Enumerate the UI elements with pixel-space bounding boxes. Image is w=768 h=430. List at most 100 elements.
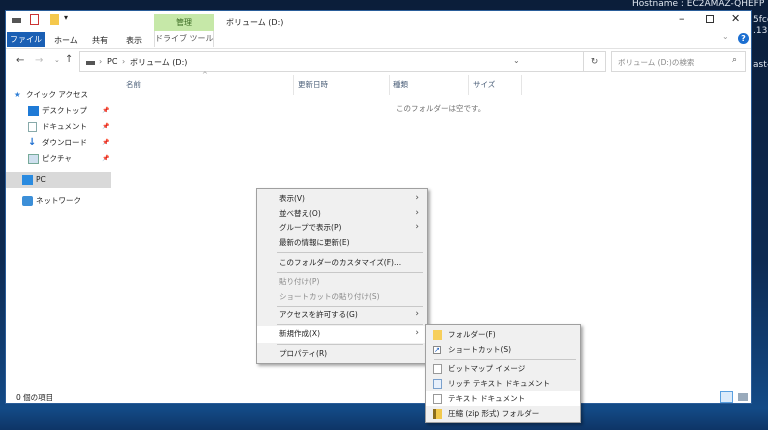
nav-label: ネットワーク [36,196,81,205]
help-icon[interactable]: ? [738,33,749,44]
menu-label: フォルダー(F) [448,330,496,339]
details-view-button[interactable] [720,391,733,403]
shortcut-icon: ↗ [433,346,441,354]
menu-label: テキスト ドキュメント [448,394,526,403]
pin-icon[interactable]: 📌 [102,135,109,151]
menu-label: 表示(V) [279,194,305,203]
refresh-button[interactable]: ↻ [583,51,606,72]
search-input[interactable]: ボリューム (D:)の検索 ⌕ [611,51,746,72]
breadcrumb-pc[interactable]: PC [107,57,117,66]
large-icons-view-button[interactable] [738,393,748,401]
menu-label: 最新の情報に更新(E) [279,238,350,247]
menu-item-new[interactable]: 新規作成(X) › [257,326,427,343]
drive-icon [86,61,95,65]
pin-icon[interactable]: 📌 [102,119,109,135]
submenu-item-zip-folder[interactable]: 圧縮 (zip 形式) フォルダー [426,406,580,421]
menu-label: プロパティ(R) [279,349,328,358]
tab-view[interactable]: 表示 [126,35,142,46]
menu-item-group[interactable]: グループで表示(P) › [257,220,427,235]
menu-label: グループで表示(P) [279,223,342,232]
menu-item-paste[interactable]: 貼り付け(P) [257,274,427,289]
column-modified[interactable]: 更新日時 [298,79,328,90]
recent-dropdown[interactable]: ⌄ [54,56,60,64]
pc-icon [22,175,33,185]
tab-drive-tools[interactable]: ドライブ ツール [154,31,214,47]
nav-label: ピクチャ [42,154,72,163]
close-button[interactable]: ✕ [731,12,740,25]
address-dropdown-icon[interactable]: ⌄ [513,56,520,65]
desktop-text: .13 [753,26,768,36]
sort-ascending-icon: ^ [202,71,208,79]
chevron-right-icon: › [99,57,103,66]
menu-item-paste-shortcut[interactable]: ショートカットの貼り付け(S) [257,289,427,304]
text-document-icon [433,394,442,404]
properties-icon[interactable] [30,14,39,25]
menu-item-properties[interactable]: プロパティ(R) [257,346,427,361]
pin-icon[interactable]: 📌 [102,103,109,119]
chevron-right-icon: › [415,208,419,218]
desktop-text: 5fce [753,15,768,25]
search-placeholder: ボリューム (D:)の検索 [618,58,695,67]
forward-button[interactable]: → [35,55,43,66]
chevron-right-icon: › [122,57,126,66]
new-submenu: フォルダー(F) ↗ ショートカット(S) ビットマップ イメージ リッチ テキス… [425,324,581,423]
nav-network[interactable]: ネットワーク [6,193,111,209]
ribbon-expand-icon[interactable]: ⌄ [722,32,729,41]
submenu-item-text-document[interactable]: テキスト ドキュメント [426,391,580,406]
tab-file[interactable]: ファイル [7,32,45,47]
up-button[interactable]: ↑ [65,54,73,65]
menu-separator [434,359,576,360]
nav-downloads[interactable]: ↓ ダウンロード 📌 [6,135,111,151]
menu-label: リッチ テキスト ドキュメント [448,379,551,388]
status-item-count: 0 個の項目 [16,393,54,402]
chevron-right-icon: › [415,193,419,203]
tab-home[interactable]: ホーム [54,35,78,46]
menu-item-give-access[interactable]: アクセスを許可する(G) › [257,307,427,322]
menu-item-sort[interactable]: 並べ替え(O) › [257,206,427,221]
nav-documents[interactable]: ドキュメント 📌 [6,119,111,135]
menu-label: ビットマップ イメージ [448,364,526,373]
maximize-button[interactable] [706,15,714,23]
new-folder-icon[interactable] [50,14,59,25]
breadcrumb-volume[interactable]: ボリューム (D:) [130,57,187,68]
zip-folder-icon [433,409,442,419]
menu-label: ショートカットの貼り付け(S) [279,292,380,301]
empty-folder-message: このフォルダーは空です。 [396,104,486,113]
nav-pictures[interactable]: ピクチャ 📌 [6,151,111,167]
menu-label: 並べ替え(O) [279,209,321,218]
submenu-item-folder[interactable]: フォルダー(F) [426,327,580,342]
tab-share[interactable]: 共有 [92,35,108,46]
pictures-icon [28,154,39,164]
nav-desktop[interactable]: デスクトップ 📌 [6,103,111,119]
desktop-text: ast- [753,60,768,70]
download-icon: ↓ [28,137,37,148]
nav-quick-access[interactable]: ★ クイック アクセス [6,87,111,103]
bitmap-icon [433,364,442,374]
menu-label: 圧縮 (zip 形式) フォルダー [448,409,540,418]
nav-label: PC [36,175,46,184]
minimize-button[interactable]: – [679,12,685,25]
menu-item-customize[interactable]: このフォルダーのカスタマイズ(F)... [257,255,427,270]
address-bar[interactable]: › PC › ボリューム (D:) ⌄ [79,51,584,72]
column-size[interactable]: サイズ [473,79,495,90]
column-divider [468,75,469,95]
qat-dropdown-icon[interactable]: ▾ [64,13,68,22]
window-title: ボリューム (D:) [226,18,284,27]
submenu-item-rich-text[interactable]: リッチ テキスト ドキュメント [426,376,580,391]
menu-label: このフォルダーのカスタマイズ(F)... [279,258,402,267]
back-button[interactable]: ← [16,55,24,66]
manage-context-tab[interactable]: 管理 [154,14,214,31]
context-menu: 表示(V) › 並べ替え(O) › グループで表示(P) › 最新の情報に更新(E) … [256,188,428,364]
column-type[interactable]: 種類 [393,79,408,90]
menu-item-view[interactable]: 表示(V) › [257,191,427,206]
pin-icon[interactable]: 📌 [102,151,109,167]
menu-item-refresh[interactable]: 最新の情報に更新(E) [257,235,427,250]
nav-pc[interactable]: PC [6,172,111,188]
nav-label: ドキュメント [42,122,87,131]
submenu-item-shortcut[interactable]: ↗ ショートカット(S) [426,342,580,357]
drive-icon [12,18,21,23]
column-divider [389,75,390,95]
submenu-item-bitmap[interactable]: ビットマップ イメージ [426,361,580,376]
nav-label: クイック アクセス [26,90,89,99]
column-name[interactable]: 名前 [126,79,141,90]
